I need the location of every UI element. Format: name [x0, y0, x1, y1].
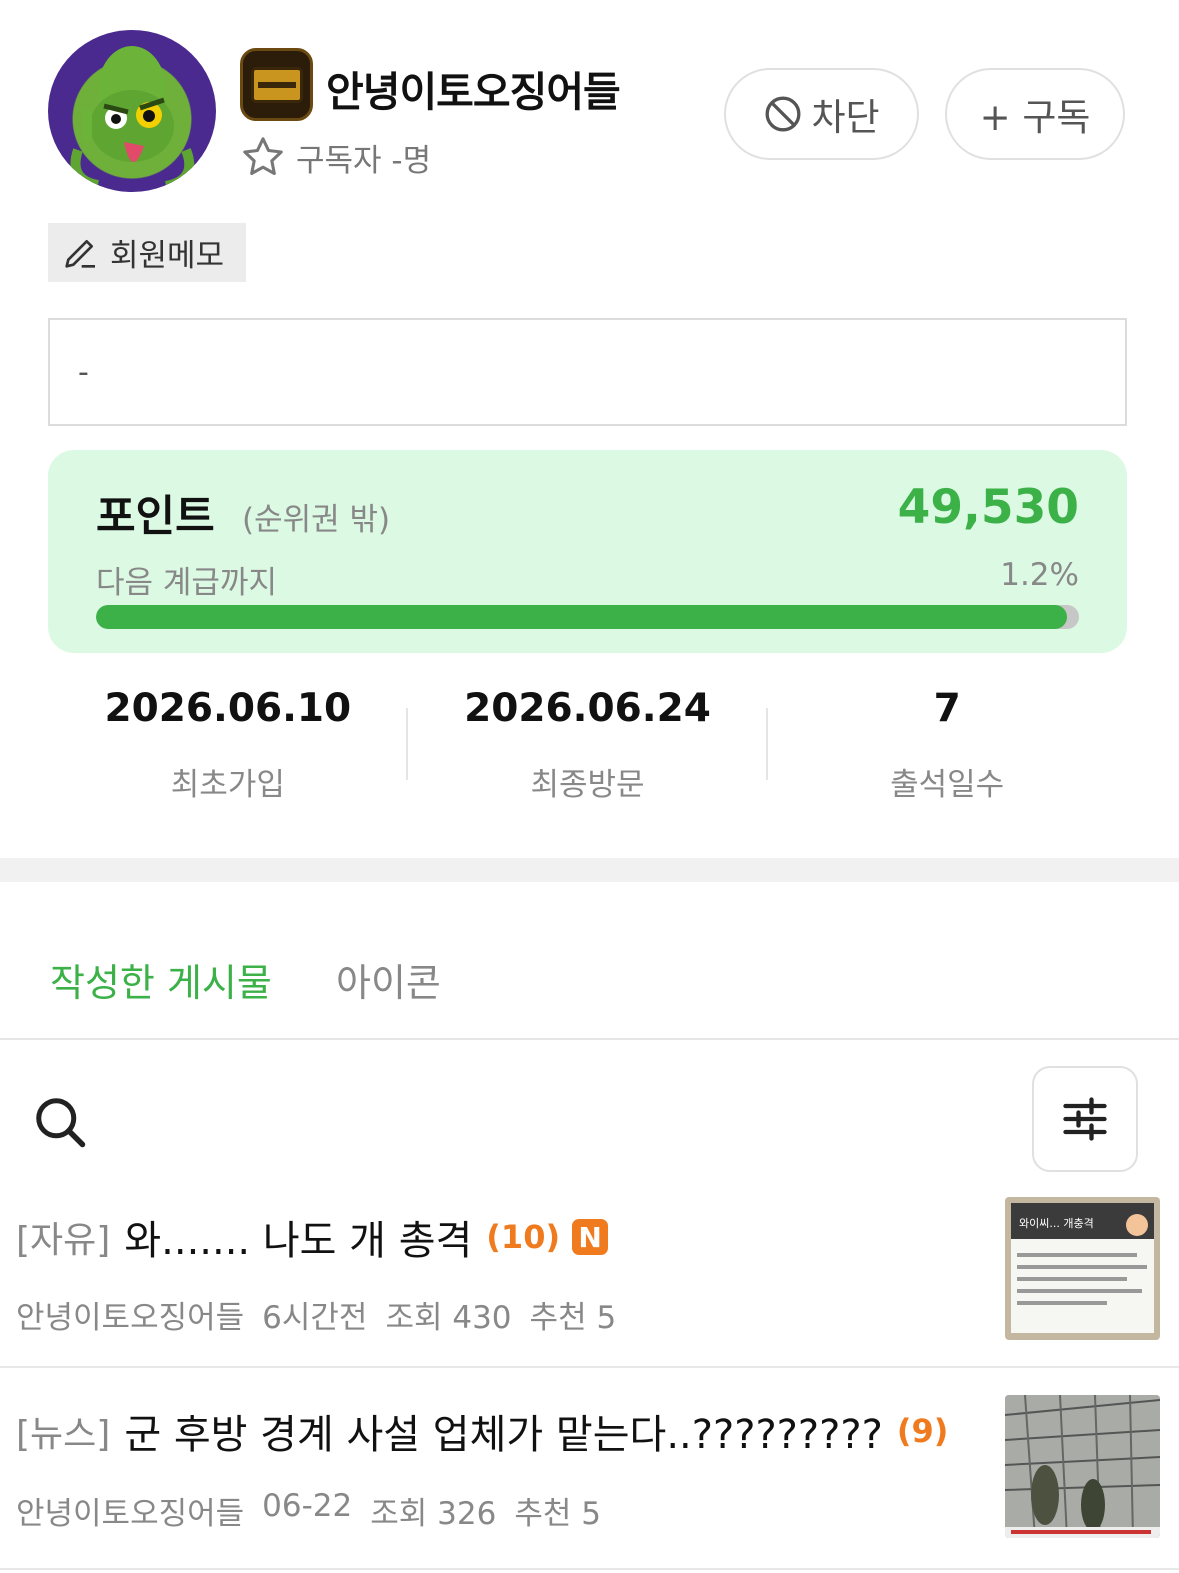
stat-label: 최초가입 [170, 767, 285, 803]
post-board: [자유] [16, 1220, 111, 1261]
member-stats: 2026.06.10 최초가입 2026.06.24 최종방문 7 출석일수 [48, 680, 1127, 810]
pencil-icon [65, 239, 95, 268]
stat-last-visit: 2026.06.24 최종방문 [408, 680, 768, 810]
post-likes: 추천 5 [529, 1300, 617, 1336]
tab-icons[interactable]: 아이콘 [336, 952, 441, 1007]
points-card: 포인트 (순위권 밖) 49,530 다음 계급까지 1.2% [48, 450, 1127, 653]
star-icon[interactable] [240, 134, 286, 180]
username: 안녕이토오징어들 [326, 68, 621, 116]
subscribe-button[interactable]: + 구독 [945, 68, 1125, 160]
post-item[interactable]: [뉴스] 군 후방 경계 사설 업체가 맡는다..????????? (9) 안… [0, 1370, 1179, 1570]
post-title[interactable]: 군 후방 경계 사설 업체가 맡는다..????????? [124, 1402, 882, 1460]
stat-attendance: 7 출석일수 [767, 680, 1127, 810]
points-rank: (순위권 밖) [242, 502, 391, 538]
subscriber-text: 구독자 -명 [296, 142, 432, 179]
member-memo-button[interactable]: 회원메모 [48, 223, 246, 282]
search-icon[interactable] [30, 1092, 90, 1152]
memo-box[interactable]: - [48, 318, 1127, 426]
points-value: 49,530 [897, 480, 1079, 535]
post-author: 안녕이토오징어들 [16, 1496, 245, 1532]
points-title: 포인트 [96, 492, 215, 542]
post-title-row: [뉴스] 군 후방 경계 사설 업체가 맡는다..????????? (9) [16, 1402, 948, 1460]
filter-button[interactable] [1032, 1066, 1138, 1172]
memo-text: - [78, 354, 89, 390]
post-views: 조회 326 [370, 1496, 497, 1532]
divider [406, 708, 408, 780]
subscribe-button-label: + 구독 [979, 96, 1091, 139]
next-grade-percent: 1.2% [1000, 557, 1079, 593]
block-icon [765, 96, 801, 132]
post-meta: 안녕이토오징어들 6시간전 조회 430 추천 5 [16, 1292, 616, 1337]
post-likes: 추천 5 [514, 1496, 601, 1532]
post-thumbnail[interactable] [1005, 1395, 1160, 1538]
post-time: 6시간전 [262, 1300, 368, 1336]
post-comment-count: (10) [486, 1218, 561, 1256]
level-badge-icon [240, 48, 313, 121]
divider [766, 708, 768, 780]
post-item[interactable]: [자유] 와....... 나도 개 총격 (10) N 안녕이토오징어들 6시… [0, 1190, 1179, 1368]
new-badge: N [572, 1219, 609, 1255]
stat-value: 2026.06.24 [464, 686, 711, 731]
post-time: 06-22 [262, 1488, 353, 1524]
stat-joined: 2026.06.10 최초가입 [48, 680, 408, 810]
post-title[interactable]: 와....... 나도 개 총격 [124, 1208, 472, 1266]
avatar[interactable] [48, 30, 216, 192]
sliders-icon [1063, 1097, 1107, 1141]
block-button-label: 차단 [811, 96, 880, 139]
post-thumbnail[interactable]: 와이씨... 개충격 [1005, 1197, 1160, 1340]
member-memo-label: 회원메모 [110, 238, 225, 274]
post-author: 안녕이토오징어들 [16, 1300, 245, 1336]
stat-label: 최종방문 [530, 767, 645, 803]
points-progress-bar [96, 605, 1079, 629]
post-comment-count: (9) [896, 1412, 949, 1450]
post-meta: 안녕이토오징어들 06-22 조회 326 추천 5 [16, 1488, 601, 1533]
post-views: 조회 430 [385, 1300, 512, 1336]
post-board: [뉴스] [16, 1414, 111, 1455]
post-title-row: [자유] 와....... 나도 개 총격 (10) N [16, 1208, 609, 1266]
next-grade-label: 다음 계급까지 [96, 565, 277, 601]
subscriber-count: 구독자 -명 [240, 134, 431, 180]
stat-label: 출석일수 [890, 767, 1005, 803]
stat-value: 7 [933, 686, 961, 731]
section-divider [0, 858, 1179, 882]
block-button[interactable]: 차단 [724, 68, 919, 160]
tab-posts[interactable]: 작성한 게시물 [50, 952, 272, 1007]
post-thumbnail-text: 와이씨... 개충격 [1019, 1217, 1094, 1230]
stat-value: 2026.06.10 [104, 686, 352, 731]
points-progress-fill [96, 605, 1068, 629]
profile-tabs: 작성한 게시물 아이콘 [0, 940, 1179, 1040]
